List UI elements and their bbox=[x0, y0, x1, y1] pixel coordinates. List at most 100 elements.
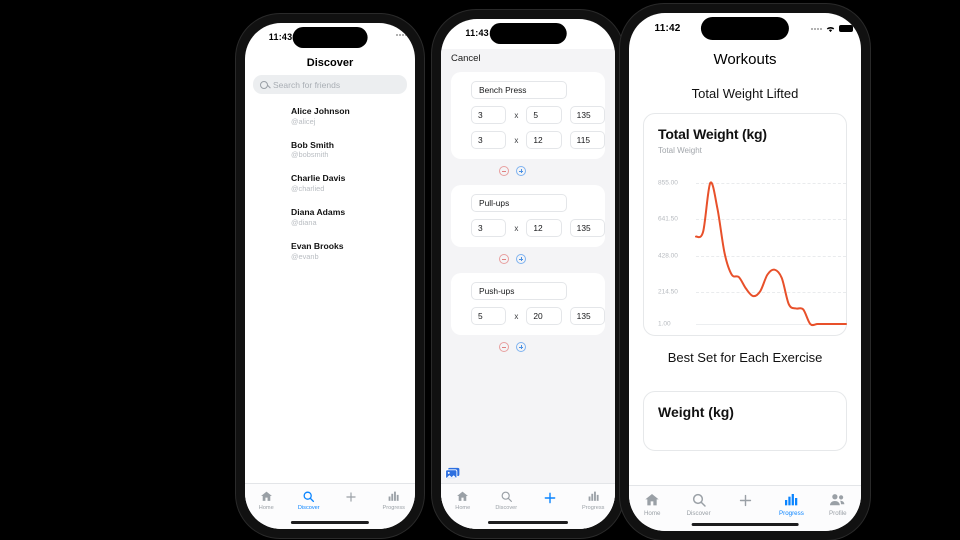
bar-chart-icon bbox=[785, 494, 798, 506]
reps-field[interactable]: 12 bbox=[526, 219, 562, 237]
set-controls bbox=[441, 159, 583, 185]
list-item[interactable]: Alice Johnson @alicej bbox=[291, 106, 415, 127]
y-tick-label: 214.50 bbox=[658, 288, 678, 296]
dynamic-island bbox=[700, 17, 790, 40]
tab-label: Progress bbox=[779, 510, 804, 517]
friend-handle: @charlied bbox=[291, 184, 325, 194]
sets-field[interactable]: 3 bbox=[471, 219, 507, 237]
tab-label: Discover bbox=[686, 510, 711, 517]
plus-icon bbox=[544, 492, 556, 504]
exercise-block: Bench Press 3 x 5 135 3 x 12 115 bbox=[451, 72, 605, 159]
status-time: 11:43 bbox=[465, 28, 489, 38]
set-row: 3 x 12 135 bbox=[471, 219, 605, 237]
home-icon bbox=[457, 491, 469, 501]
minus-circle-icon[interactable] bbox=[498, 166, 509, 176]
search-icon bbox=[260, 80, 268, 89]
minus-circle-icon[interactable] bbox=[498, 254, 509, 264]
phone-progress: 11:42 Workouts Total Weight Lifted Total… bbox=[620, 4, 870, 540]
exercise-block: Push-ups 5 x 20 135 bbox=[451, 273, 605, 335]
page-title: Workouts bbox=[713, 51, 777, 68]
tab-home[interactable]: Home bbox=[629, 492, 675, 517]
plus-circle-icon[interactable] bbox=[515, 342, 526, 352]
times-symbol: x bbox=[514, 135, 519, 145]
friend-handle: @bobsmith bbox=[291, 150, 329, 160]
set-row: 3 x 12 115 bbox=[471, 131, 605, 149]
plus-circle-icon[interactable] bbox=[515, 254, 526, 264]
set-controls bbox=[441, 335, 583, 361]
home-indicator bbox=[290, 520, 370, 524]
friends-list: Alice Johnson @alicej Bob Smith @bobsmit… bbox=[245, 106, 415, 262]
status-icons bbox=[396, 34, 407, 36]
y-tick-label: 1.00 bbox=[658, 320, 671, 328]
y-tick-label: 855.00 bbox=[658, 179, 678, 187]
set-controls bbox=[441, 247, 583, 273]
home-icon bbox=[645, 494, 659, 506]
plus-circle-icon[interactable] bbox=[515, 166, 526, 176]
reps-field[interactable]: 20 bbox=[526, 307, 562, 325]
search-input[interactable]: Search for friends bbox=[253, 75, 407, 94]
weight-field[interactable]: 135 bbox=[569, 307, 605, 325]
friend-name: Evan Brooks bbox=[291, 240, 344, 251]
phone-workout-editor: 11:43 Cancel Bench Press 3 x 5 135 3 x 1… bbox=[432, 10, 624, 538]
best-set-card: Weight (kg) bbox=[643, 391, 847, 451]
weight-field[interactable]: 115 bbox=[569, 131, 605, 149]
tab-bar: Home Discover Progress bbox=[629, 485, 861, 531]
cancel-button[interactable]: Cancel bbox=[441, 49, 615, 72]
minus-circle-icon[interactable] bbox=[498, 342, 509, 352]
tab-label: Progress bbox=[582, 505, 605, 511]
tab-progress[interactable]: Progress bbox=[373, 490, 416, 511]
tab-progress[interactable]: Progress bbox=[768, 492, 814, 517]
reps-field[interactable]: 12 bbox=[526, 131, 562, 149]
list-item[interactable]: Evan Brooks @evanb bbox=[291, 241, 415, 262]
list-item[interactable]: Bob Smith @bobsmith bbox=[291, 140, 415, 161]
chart-card: Total Weight (kg) Total Weight 855.00 64… bbox=[643, 113, 847, 336]
tab-label: Home bbox=[258, 505, 274, 511]
search-icon bbox=[303, 491, 315, 503]
sets-field[interactable]: 3 bbox=[471, 131, 507, 149]
friend-name: Alice Johnson bbox=[291, 106, 350, 116]
tab-label: Discover bbox=[297, 505, 320, 511]
reps-field[interactable]: 5 bbox=[526, 106, 562, 124]
status-bar: 11:43 bbox=[441, 19, 615, 49]
friend-name: Charlie Davis bbox=[291, 173, 346, 184]
tab-home[interactable]: Home bbox=[245, 490, 288, 511]
tab-discover[interactable]: Discover bbox=[675, 492, 721, 517]
section-title-best-set: Best Set for Each Exercise bbox=[667, 350, 823, 365]
times-symbol: x bbox=[514, 110, 519, 120]
y-tick-label: 428.00 bbox=[658, 252, 678, 260]
line-chart: 855.00 641.50 428.00 214.50 1.00 bbox=[658, 163, 846, 329]
bar-chart-icon bbox=[588, 491, 599, 501]
status-time: 11:43 bbox=[268, 32, 293, 42]
sets-field[interactable]: 3 bbox=[471, 106, 507, 124]
tab-discover[interactable]: Discover bbox=[288, 490, 331, 511]
status-icons bbox=[811, 24, 853, 33]
sets-field[interactable]: 5 bbox=[471, 307, 507, 325]
tab-label: Profile bbox=[829, 510, 847, 517]
weight-field[interactable]: 135 bbox=[569, 106, 605, 124]
section-title-total-weight: Total Weight Lifted bbox=[691, 86, 799, 101]
tab-discover[interactable]: Discover bbox=[485, 490, 529, 511]
discover-content: Discover Search for friends Alice Johnso… bbox=[245, 53, 415, 529]
progress-content: Workouts Total Weight Lifted Total Weigh… bbox=[629, 43, 861, 531]
tab-label: Home bbox=[455, 505, 471, 511]
tab-label: Home bbox=[643, 510, 661, 517]
tab-label: Progress bbox=[382, 505, 405, 511]
tab-home[interactable]: Home bbox=[441, 490, 485, 511]
exercise-name-field[interactable]: Push-ups bbox=[471, 282, 567, 300]
weight-field[interactable]: 135 bbox=[569, 219, 605, 237]
tab-add[interactable] bbox=[722, 492, 768, 511]
friend-name: Diana Adams bbox=[291, 207, 346, 218]
search-icon bbox=[692, 493, 706, 507]
tab-add[interactable] bbox=[330, 490, 373, 506]
exercise-name-field[interactable]: Pull-ups bbox=[471, 194, 567, 212]
exercise-name-field[interactable]: Bench Press bbox=[471, 81, 567, 99]
set-row: 5 x 20 135 bbox=[471, 307, 605, 325]
tab-add[interactable] bbox=[528, 490, 572, 508]
screenshot-icon[interactable] bbox=[445, 467, 460, 485]
tab-progress[interactable]: Progress bbox=[572, 490, 616, 511]
list-item[interactable]: Charlie Davis @charlied bbox=[291, 173, 415, 194]
home-icon bbox=[260, 491, 272, 501]
tab-profile[interactable]: Profile bbox=[815, 492, 861, 517]
list-item[interactable]: Diana Adams @diana bbox=[291, 207, 415, 228]
chart-subtitle: Total Weight bbox=[658, 146, 702, 155]
